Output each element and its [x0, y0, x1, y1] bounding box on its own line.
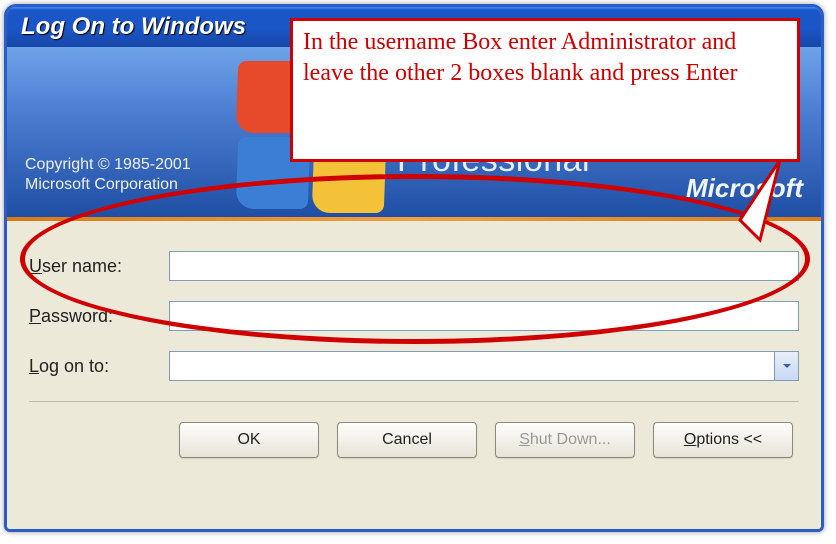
copyright-line2: Microsoft Corporation — [25, 175, 191, 195]
shutdown-button[interactable]: Shut Down... — [495, 422, 635, 458]
domain-combo[interactable] — [169, 351, 799, 381]
password-input[interactable] — [169, 301, 799, 331]
annotation-text: In the username Box enter Administrator … — [303, 29, 738, 86]
cancel-button[interactable]: Cancel — [337, 422, 477, 458]
microsoft-brand: Microsoft — [686, 173, 803, 204]
dropdown-button[interactable] — [774, 352, 798, 380]
password-label: Password: — [29, 306, 169, 327]
username-row: User name: — [29, 251, 799, 281]
username-input[interactable] — [169, 251, 799, 281]
options-button[interactable]: Options << — [653, 422, 793, 458]
annotation-callout: In the username Box enter Administrator … — [290, 18, 800, 162]
ok-button[interactable]: OK — [179, 422, 319, 458]
domain-value — [170, 352, 774, 380]
username-label: User name: — [29, 256, 169, 277]
domain-row: Log on to: — [29, 351, 799, 381]
domain-label: Log on to: — [29, 356, 169, 377]
window-title: Log On to Windows — [21, 13, 246, 41]
button-row: OK Cancel Shut Down... Options << — [29, 401, 799, 458]
form-area: User name: Password: Log on to: OK Cance… — [7, 221, 821, 529]
password-row: Password: — [29, 301, 799, 331]
chevron-down-icon — [781, 360, 793, 372]
copyright-text: Copyright © 1985-2001 Microsoft Corporat… — [25, 155, 191, 195]
copyright-line1: Copyright © 1985-2001 — [25, 155, 191, 175]
